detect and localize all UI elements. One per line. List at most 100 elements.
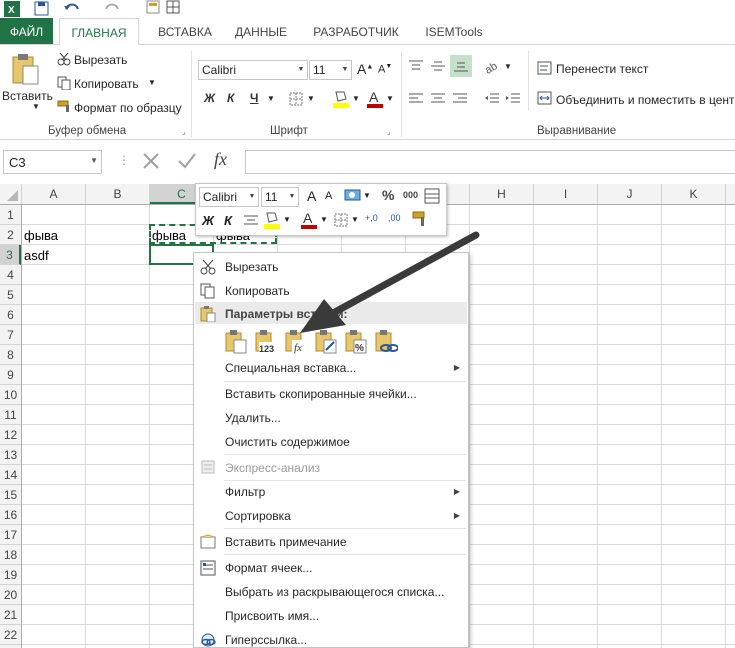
fill-color-dropdown-arrow[interactable]: ▼ (352, 94, 360, 103)
row-header[interactable]: 21 (0, 605, 21, 625)
mini-font-size-combo[interactable]: 11 ▼ (261, 187, 299, 207)
row-header[interactable]: 12 (0, 425, 21, 445)
orientation-icon[interactable]: ab (484, 58, 502, 74)
column-header-i[interactable]: I (534, 184, 598, 204)
cell-a3[interactable]: asdf (24, 248, 49, 263)
align-right-icon[interactable] (452, 92, 468, 106)
tab-home[interactable]: ГЛАВНАЯ (59, 18, 139, 45)
form-icon[interactable] (146, 0, 160, 14)
tab-isemtools[interactable]: ISEMTools (415, 18, 493, 45)
menu-item-define-name[interactable]: Присвоить имя... (225, 609, 319, 623)
cell-a2[interactable]: фыва (24, 228, 58, 243)
copy-button[interactable]: Копировать (74, 77, 139, 91)
row-header[interactable]: 7 (0, 325, 21, 345)
row-header[interactable]: 17 (0, 525, 21, 545)
redo-icon[interactable] (103, 1, 121, 16)
accounting-format-icon[interactable] (344, 188, 362, 204)
menu-item-sort[interactable]: Сортировка (225, 509, 291, 523)
decrease-indent-icon[interactable] (484, 92, 500, 106)
row-header[interactable]: 18 (0, 545, 21, 565)
align-middle-icon[interactable] (430, 59, 446, 73)
increase-decimal-button[interactable]: +,0 (365, 213, 378, 223)
menu-item-cut[interactable]: Вырезать (225, 260, 278, 274)
font-size-combo[interactable]: 11 ▼ (309, 60, 352, 80)
column-header-h[interactable]: H (470, 184, 534, 204)
column-header-a[interactable]: A (22, 184, 86, 204)
cancel-icon[interactable] (141, 151, 161, 171)
row-header[interactable]: 4 (0, 265, 21, 285)
menu-item-format-cells[interactable]: Формат ячеек... (225, 561, 312, 575)
mini-align-center-icon[interactable] (243, 214, 259, 228)
menu-item-pick-from-list[interactable]: Выбрать из раскрывающегося списка... (225, 585, 444, 599)
tab-insert[interactable]: ВСТАВКА (145, 18, 225, 45)
decrease-decimal-button[interactable]: ,00 (388, 213, 401, 223)
mini-font-name-combo[interactable]: Calibri ▼ (199, 187, 259, 207)
accounting-dropdown-arrow[interactable]: ▼ (363, 191, 371, 200)
row-header[interactable]: 20 (0, 585, 21, 605)
orientation-dropdown-arrow[interactable]: ▼ (504, 62, 512, 71)
mini-shrink-font-icon[interactable]: A (325, 190, 332, 202)
formula-input[interactable] (245, 150, 735, 174)
row-header[interactable]: 1 (0, 205, 21, 225)
increase-indent-icon[interactable] (505, 92, 521, 106)
font-launcher-icon[interactable]: ⌟ (387, 127, 391, 136)
row-header[interactable]: 8 (0, 345, 21, 365)
enter-icon[interactable] (176, 151, 198, 171)
tab-file[interactable]: ФАЙЛ (0, 18, 53, 45)
paste-option-paste-icon[interactable] (224, 330, 248, 354)
mini-font-color-dropdown-arrow[interactable]: ▼ (320, 215, 328, 224)
row-header[interactable]: 19 (0, 565, 21, 585)
row-header[interactable]: 6 (0, 305, 21, 325)
row-header[interactable]: 15 (0, 485, 21, 505)
mini-fill-dropdown-arrow[interactable]: ▼ (283, 215, 291, 224)
tab-developer[interactable]: РАЗРАБОТЧИК (304, 18, 408, 45)
insert-function-icon[interactable]: fx (214, 149, 227, 170)
align-top-icon[interactable] (408, 59, 424, 73)
border-icon[interactable] (166, 0, 180, 14)
cut-button[interactable]: Вырезать (74, 53, 127, 67)
mini-fill-color-icon[interactable] (263, 210, 281, 230)
format-painter-button[interactable]: Формат по образцу (74, 101, 182, 115)
menu-item-hyperlink[interactable]: Гиперссылка... (225, 633, 307, 647)
align-center-icon[interactable] (430, 92, 446, 106)
mini-borders-dropdown-arrow[interactable]: ▼ (351, 215, 359, 224)
menu-item-insert-copied-cells[interactable]: Вставить скопированные ячейки... (225, 387, 417, 401)
row-header[interactable]: 9 (0, 365, 21, 385)
fill-color-icon[interactable] (332, 89, 350, 109)
row-header[interactable]: 16 (0, 505, 21, 525)
underline-button[interactable]: Ч (250, 91, 258, 105)
align-left-icon[interactable] (408, 92, 424, 106)
row-header[interactable]: 22 (0, 625, 21, 645)
select-all-corner[interactable] (0, 184, 22, 204)
row-header[interactable]: 11 (0, 405, 21, 425)
shrink-font-icon[interactable]: A▼ (378, 63, 392, 76)
format-table-icon[interactable] (424, 188, 440, 204)
row-header[interactable]: 5 (0, 285, 21, 305)
copy-dropdown-arrow[interactable]: ▼ (148, 78, 156, 87)
wrap-text-button[interactable]: Перенести текст (556, 62, 648, 76)
mini-grow-font-icon[interactable]: A (307, 188, 316, 204)
align-bottom-icon[interactable] (450, 55, 472, 77)
italic-button[interactable]: К (227, 91, 234, 105)
comma-style-button[interactable]: 000 (403, 190, 418, 200)
row-header[interactable]: 14 (0, 465, 21, 485)
font-color-icon[interactable]: A (366, 89, 384, 109)
percent-style-button[interactable]: % (382, 187, 394, 203)
undo-icon[interactable] (63, 1, 81, 16)
paste-icon[interactable] (10, 53, 40, 85)
menu-item-paste-special[interactable]: Специальная вставка... (225, 361, 356, 375)
save-icon[interactable] (34, 1, 49, 16)
mini-italic-button[interactable]: К (224, 213, 232, 228)
column-header-k[interactable]: K (662, 184, 726, 204)
grow-font-icon[interactable]: A▲ (357, 61, 373, 77)
column-header-j[interactable]: J (598, 184, 662, 204)
row-header[interactable]: 13 (0, 445, 21, 465)
menu-item-clear-contents[interactable]: Очистить содержимое (225, 435, 350, 449)
tab-data[interactable]: ДАННЫЕ (226, 18, 296, 45)
font-color-dropdown-arrow[interactable]: ▼ (386, 94, 394, 103)
menu-item-delete[interactable]: Удалить... (225, 411, 281, 425)
font-name-combo[interactable]: Calibri ▼ (198, 60, 308, 80)
clipboard-launcher-icon[interactable]: ⌟ (182, 127, 186, 136)
menu-item-filter[interactable]: Фильтр (225, 485, 265, 499)
borders-dropdown-arrow[interactable]: ▼ (307, 94, 315, 103)
